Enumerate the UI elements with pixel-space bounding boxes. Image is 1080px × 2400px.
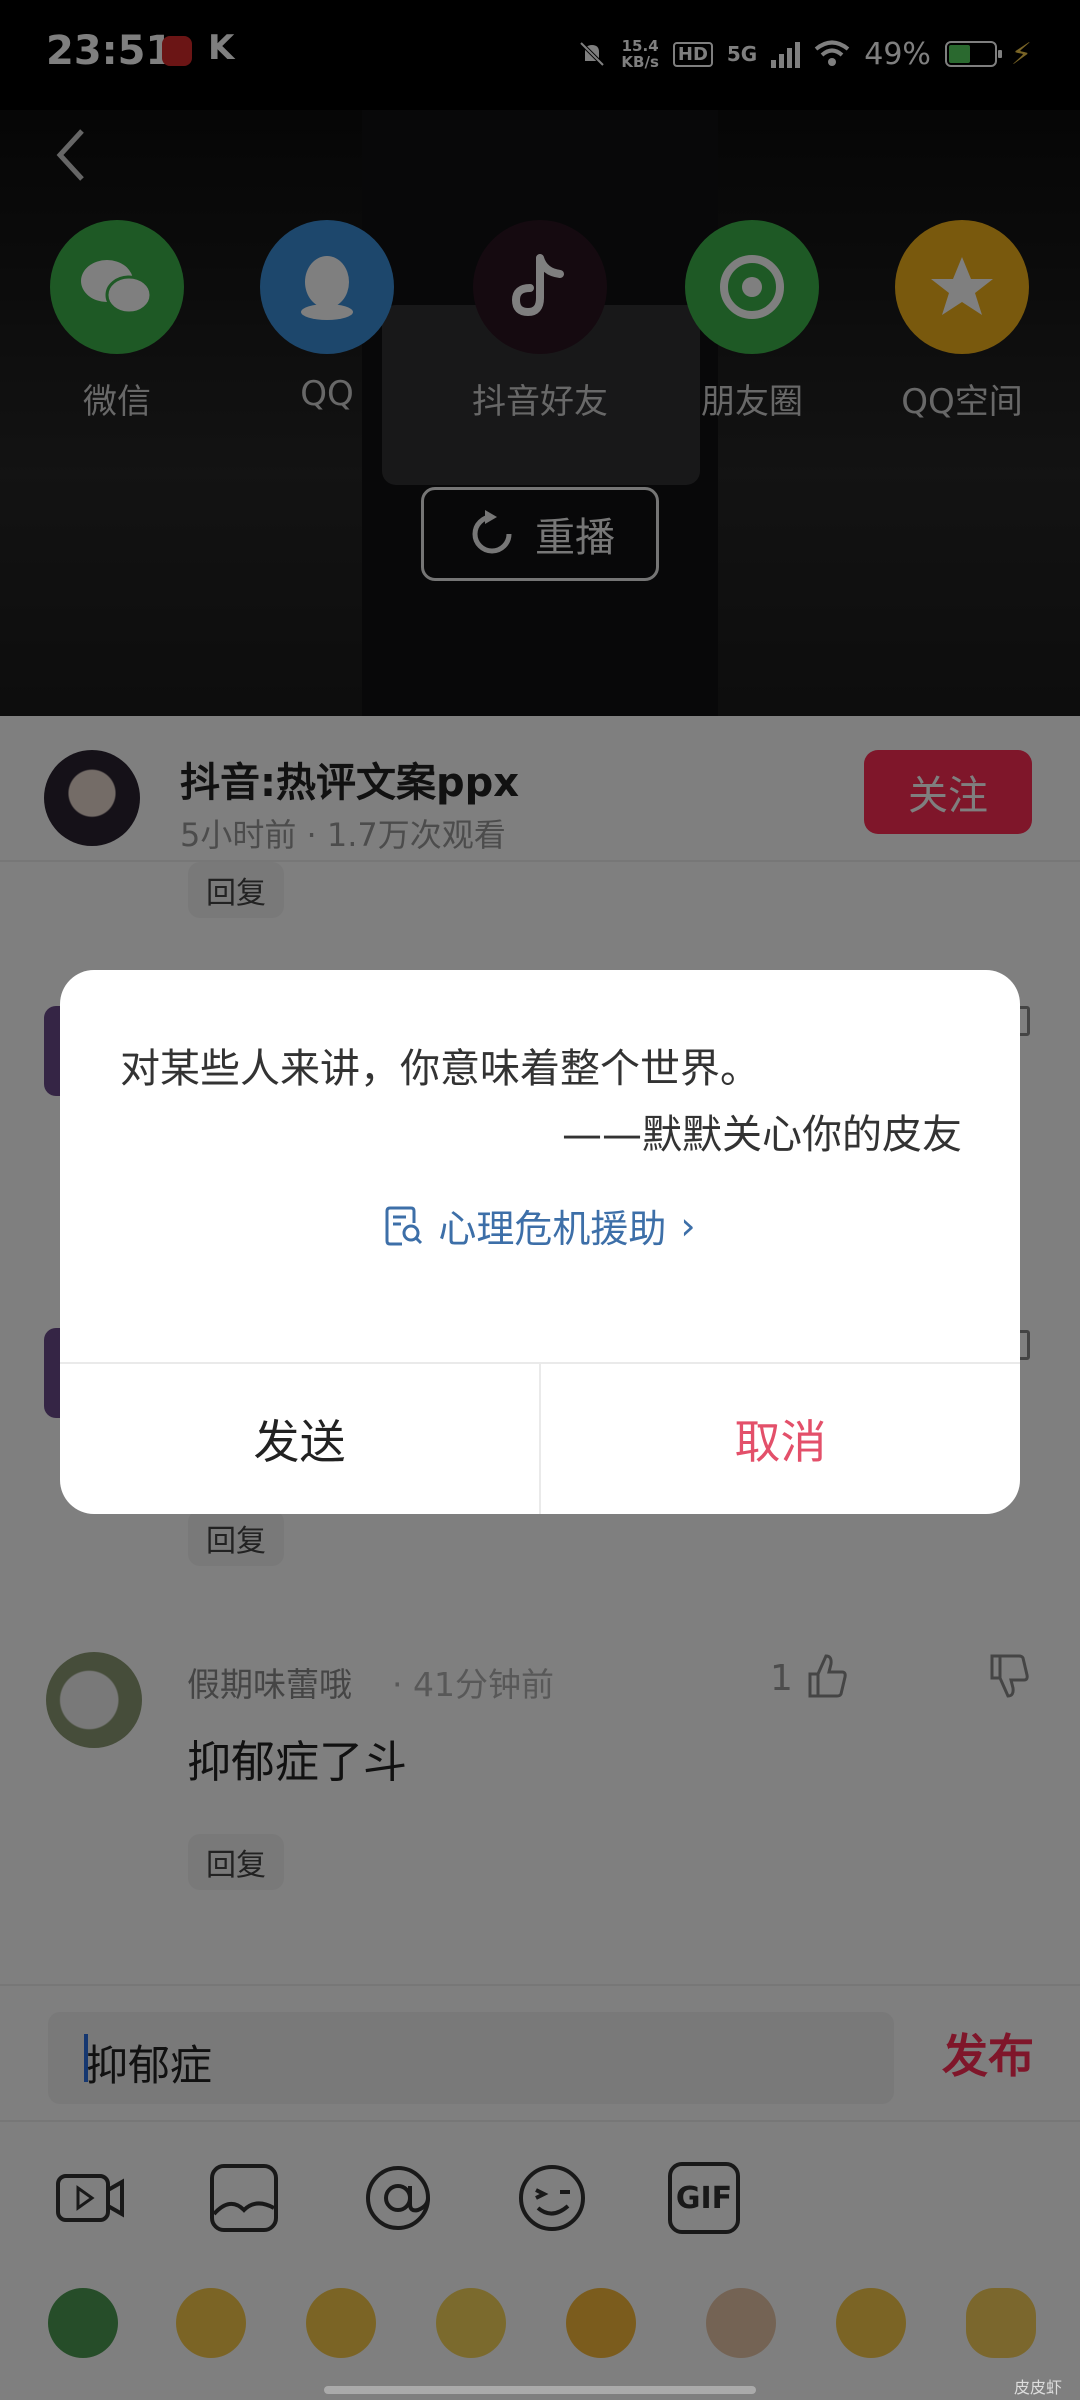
cancel-button[interactable]: 取消 bbox=[541, 1364, 1020, 1514]
send-button[interactable]: 发送 bbox=[60, 1364, 541, 1514]
dialog-actions: 发送 取消 bbox=[60, 1362, 1020, 1514]
dialog-signature: ——默默关心你的皮友 bbox=[562, 1112, 962, 1158]
home-indicator[interactable] bbox=[324, 2386, 756, 2394]
dialog-quote: 对某些人来讲，你意味着整个世界。 bbox=[120, 1046, 760, 1092]
watermark: 皮皮虾 bbox=[1013, 2378, 1062, 2397]
chevron-right-icon: › bbox=[680, 1203, 696, 1248]
crisis-help-label: 心理危机援助 bbox=[438, 1207, 667, 1251]
care-dialog: 对某些人来讲，你意味着整个世界。 ——默默关心你的皮友 心理危机援助 › 发送 … bbox=[60, 970, 1020, 1514]
crisis-help-link[interactable]: 心理危机援助 › bbox=[60, 1198, 1020, 1253]
document-search-icon bbox=[385, 1206, 423, 1245]
